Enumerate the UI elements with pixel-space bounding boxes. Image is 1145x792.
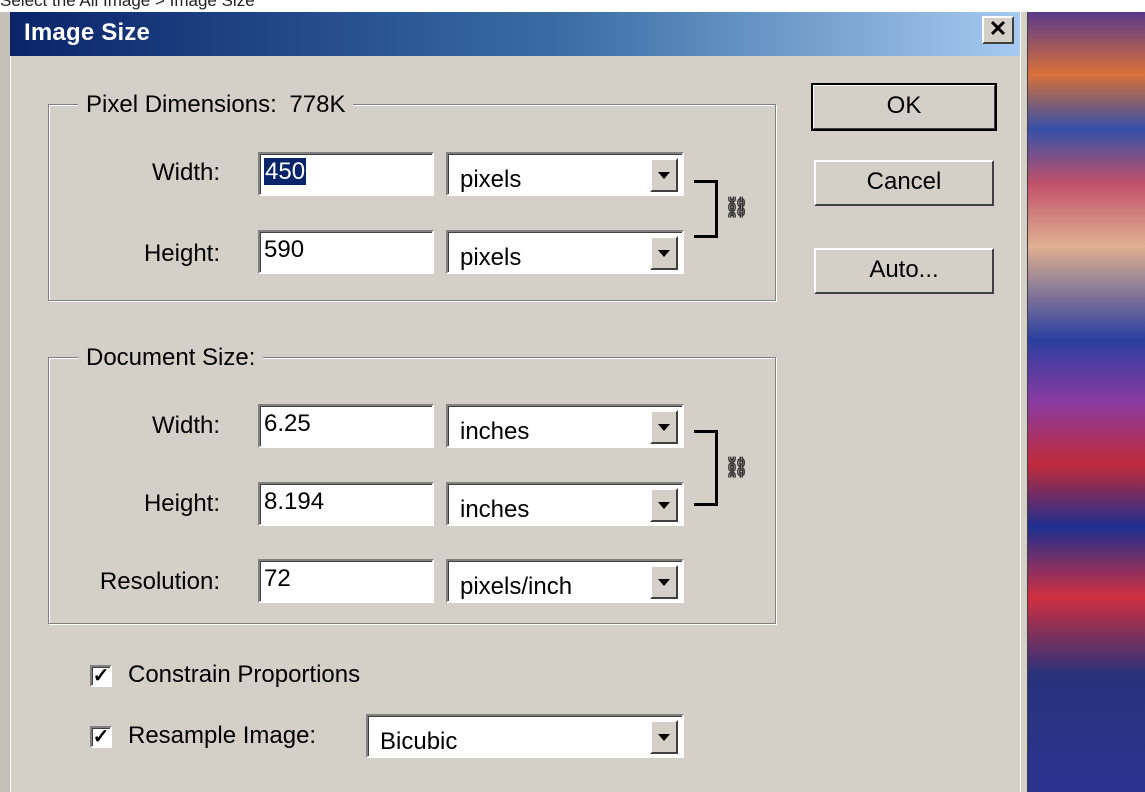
pixel-width-label: Width:: [151, 159, 220, 186]
pixel-height-unit: pixels: [460, 244, 522, 271]
top-strip-text: Select the All Image > Image Size: [0, 0, 255, 10]
resample-image-label[interactable]: Resample Image:: [128, 722, 316, 750]
dialog-title: Image Size: [24, 19, 151, 46]
title-bar[interactable]: [10, 12, 1020, 56]
constrain-proportions-label[interactable]: Constrain Proportions: [128, 661, 360, 689]
resolution-value: 72: [264, 565, 291, 592]
pixel-width-unit: pixels: [460, 166, 522, 193]
pixel-height-input[interactable]: 590: [258, 230, 434, 274]
chain-link-icon: ⛓: [724, 457, 750, 479]
pixel-width-input[interactable]: 450: [258, 152, 434, 196]
pixel-dimensions-label: Pixel Dimensions: 778K: [78, 91, 354, 119]
resolution-unit: pixels/inch: [460, 573, 573, 600]
ok-button[interactable]: OK: [811, 83, 997, 131]
checkmark-icon: ✓: [92, 665, 110, 687]
dialog-left-edge: [0, 12, 11, 792]
pixel-height-value: 590: [264, 236, 305, 263]
chevron-down-icon[interactable]: [650, 565, 678, 599]
doc-width-input[interactable]: 6.25: [258, 404, 434, 448]
pixel-height-label: Height:: [143, 240, 220, 267]
top-strip: Select the All Image > Image Size: [0, 0, 1145, 12]
close-icon: ✕: [988, 16, 1008, 41]
pixel-constrain-bracket: [694, 180, 718, 238]
doc-width-label: Width:: [151, 412, 220, 439]
resolution-input[interactable]: 72: [258, 559, 434, 603]
cancel-button[interactable]: Cancel: [814, 160, 994, 206]
chevron-down-icon[interactable]: [650, 410, 678, 444]
doc-height-unit-select[interactable]: inches: [446, 482, 684, 526]
pixel-dimensions-size: 778K: [289, 91, 346, 118]
resample-image-checkbox[interactable]: ✓: [90, 726, 112, 748]
pixel-width-unit-select[interactable]: pixels: [446, 152, 684, 196]
doc-height-label: Height:: [143, 490, 220, 517]
chevron-down-icon[interactable]: [650, 488, 678, 522]
resample-method-select[interactable]: Bicubic: [366, 714, 684, 758]
pixel-width-value: 450: [264, 158, 307, 185]
pixel-height-unit-select[interactable]: pixels: [446, 230, 684, 274]
doc-height-unit: inches: [460, 496, 530, 523]
doc-width-value: 6.25: [264, 410, 311, 437]
background-artwork: [1028, 12, 1145, 792]
doc-width-unit-select[interactable]: inches: [446, 404, 684, 448]
doc-width-unit: inches: [460, 418, 530, 445]
doc-height-value: 8.194: [264, 488, 325, 515]
chevron-down-icon[interactable]: [650, 720, 678, 754]
pixel-dimensions-title: Pixel Dimensions:: [86, 91, 277, 118]
close-button[interactable]: ✕: [982, 16, 1014, 44]
document-size-title: Document Size:: [78, 344, 264, 372]
constrain-proportions-checkbox[interactable]: ✓: [90, 665, 112, 687]
doc-constrain-bracket: [694, 430, 718, 506]
chevron-down-icon[interactable]: [650, 236, 678, 270]
chain-link-icon: ⛓: [724, 197, 750, 219]
resolution-unit-select[interactable]: pixels/inch: [446, 559, 684, 603]
auto-button[interactable]: Auto...: [814, 248, 994, 294]
checkmark-icon: ✓: [92, 726, 110, 748]
resample-method: Bicubic: [380, 728, 458, 755]
resolution-label: Resolution:: [99, 568, 220, 595]
doc-height-input[interactable]: 8.194: [258, 482, 434, 526]
chevron-down-icon[interactable]: [650, 158, 678, 192]
